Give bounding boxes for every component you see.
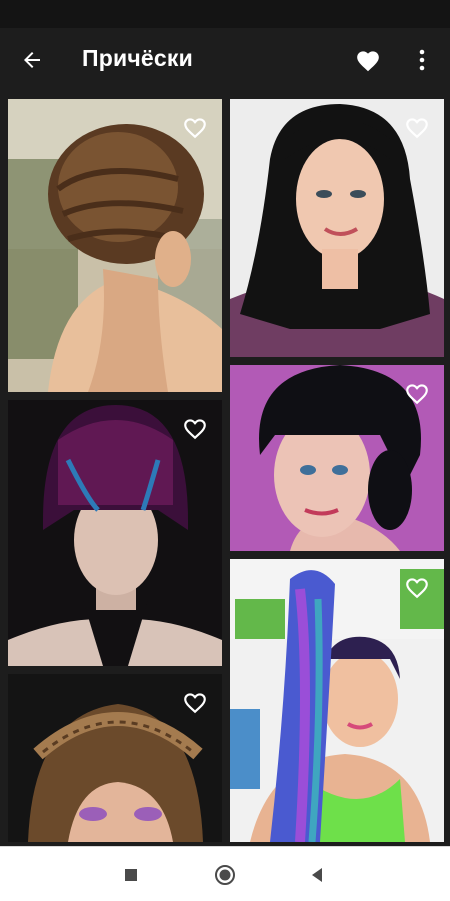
triangle-back-icon (312, 868, 322, 882)
hairstyle-photo (8, 99, 222, 392)
heart-outline-icon[interactable] (182, 115, 208, 139)
gallery-item-beehive-bangs[interactable] (230, 365, 444, 551)
favorites-button[interactable] (350, 42, 386, 78)
recents-button[interactable] (116, 861, 146, 889)
square-icon (125, 869, 137, 881)
circle-icon (215, 865, 235, 885)
heart-outline-icon[interactable] (404, 575, 430, 599)
more-options-button[interactable] (406, 42, 438, 78)
more-vertical-icon (419, 49, 425, 71)
system-back-button[interactable] (302, 861, 332, 889)
gallery-item-braided-crown[interactable] (8, 674, 222, 842)
gallery-item-purple-bob[interactable] (8, 400, 222, 666)
hairstyle-gallery (0, 92, 450, 842)
system-navigation-bar (0, 846, 450, 901)
arrow-left-icon (24, 52, 40, 68)
heart-outline-icon[interactable] (182, 416, 208, 440)
gallery-item-braided-updo[interactable] (8, 99, 222, 392)
gallery-item-dark-waves[interactable] (230, 99, 444, 357)
home-button[interactable] (210, 861, 240, 889)
gallery-item-rainbow-ponytail[interactable] (230, 559, 444, 842)
heart-filled-icon (357, 51, 379, 72)
hairstyle-photo (230, 559, 444, 842)
app-bar: Причёски (0, 28, 450, 92)
page-title: Причёски (82, 45, 193, 71)
status-bar (0, 0, 450, 28)
heart-outline-icon[interactable] (404, 115, 430, 139)
back-button[interactable] (12, 42, 52, 78)
heart-outline-icon[interactable] (182, 690, 208, 714)
heart-outline-icon[interactable] (404, 381, 430, 405)
